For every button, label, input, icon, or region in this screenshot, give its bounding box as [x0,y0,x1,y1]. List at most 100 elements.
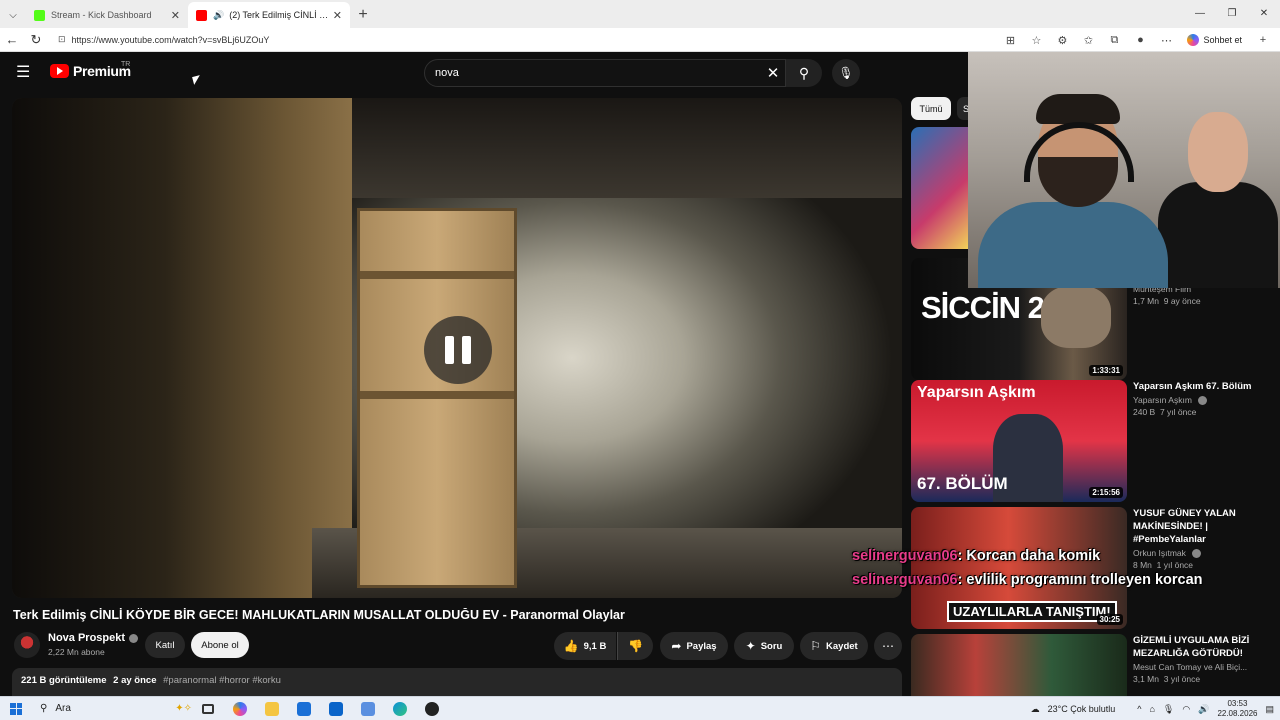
video-title[interactable]: Yaparsın Aşkım 67. Bölüm [1133,380,1263,393]
verified-icon [129,633,139,643]
search-input[interactable]: nova [435,67,761,79]
channel-name[interactable]: Nova Prospekt [48,632,125,644]
description-box[interactable]: 221 B görüntüleme 2 ay önce #paranormal … [12,668,902,696]
tab-title: (2) Terk Edilmiş CİNLİ KÖYDE BİR GECE! [229,10,329,20]
refresh-icon[interactable]: ↻ [24,28,48,52]
upload-age: 3 yıl önce [1163,674,1201,684]
weather-text[interactable]: 23°C Çok bulutlu [1048,704,1116,714]
youtube-favicon-icon [196,9,207,21]
youtube-premium-logo[interactable]: Premium TR [50,61,131,79]
app-available-icon[interactable]: ⊞ [999,30,1021,50]
upload-date: 2 ay önce [113,675,157,686]
more-menu-icon[interactable]: ⋯ [1155,30,1177,50]
notifications-icon[interactable]: ▤ [1265,704,1274,715]
volume-icon[interactable]: 🔊 [1198,704,1209,715]
start-button[interactable] [0,697,32,720]
pause-bar [445,336,454,364]
restore-icon[interactable]: ❐ [1216,0,1248,26]
clock[interactable]: 03:53 22.08.2026 [1217,699,1257,719]
channel-name-row[interactable]: Nova Prospekt [48,632,139,644]
search-button[interactable]: ⚲ [786,59,822,87]
profile-avatar-icon[interactable]: ● [1129,30,1151,50]
store-icon[interactable] [288,697,320,720]
voice-search-button[interactable]: 🎙 [832,59,860,87]
search-icon: ⚲ [40,703,48,714]
tab-youtube-video[interactable]: 🔊 (2) Terk Edilmiş CİNLİ KÖYDE BİR GECE!… [188,2,350,28]
pause-button[interactable] [424,316,492,384]
subscriber-count: 2,22 Mn abone [48,647,105,657]
minimize-icon[interactable]: — [1184,0,1216,26]
address-bar-row: ← ↻ ⊡ https://www.youtube.com/watch?v=sv… [0,28,1280,52]
edge-browser-icon[interactable] [384,697,416,720]
share-button[interactable]: ➦ Paylaş [660,632,728,660]
verified-icon [1198,396,1208,406]
channel-avatar[interactable] [14,632,40,658]
join-button[interactable]: Katıl [145,632,185,658]
video-player[interactable] [12,98,902,598]
copilot-button[interactable]: Sohbet et [1181,34,1248,46]
share-label: Paylaş [686,640,717,652]
rec-thumb-partial[interactable] [911,127,968,249]
taskbar-search[interactable]: ⚲ Ara ✦✧ [32,699,192,719]
clear-search-icon[interactable]: ✕ [761,64,785,82]
app-icon[interactable] [352,697,384,720]
subscribe-button[interactable]: Abone ol [191,632,249,658]
more-actions-button[interactable]: ⋯ [874,632,902,660]
microphone-icon[interactable]: 🎙 [1163,704,1174,715]
wifi-icon[interactable]: ◠ [1182,704,1190,715]
tab-kick-dashboard[interactable]: Stream - Kick Dashboard ✕ [26,2,188,28]
close-window-icon[interactable]: ✕ [1248,0,1280,26]
extensions-icon[interactable]: ⚙ [1051,30,1073,50]
obs-icon[interactable] [416,697,448,720]
menu-hamburger-icon[interactable]: ☰ [16,64,38,82]
channel-name[interactable]: Yaparsın Aşkım [1133,395,1263,406]
view-count: 240 B [1133,407,1156,418]
favorites-icon[interactable]: ✩ [1077,30,1099,50]
channel-name[interactable]: Mesut Can Tomay ve Ali Biçi... [1133,662,1263,672]
task-view-icon[interactable] [192,697,224,720]
thumbnail-text: SİCCİN 2 [921,290,1045,325]
weather-icon[interactable]: ☁ [1031,704,1040,715]
ask-button[interactable]: ✦ Soru [734,632,794,660]
collections-icon[interactable]: ⧉ [1103,30,1125,50]
close-tab-icon[interactable]: ✕ [171,9,180,22]
thumbs-up-icon: 👍 [563,639,579,653]
pause-bar [462,336,471,364]
url-field[interactable]: ⊡ https://www.youtube.com/watch?v=svBLj6… [52,29,1052,50]
hashtags[interactable]: #paranormal #horror #korku [163,675,281,686]
video-frame-wood-wall [12,98,352,598]
kick-favicon-icon [34,9,45,21]
video-thumbnail[interactable]: Yaparsın Aşkım 67. BÖLÜM 2:15:56 [911,380,1127,502]
speaker-icon[interactable]: 🔊 [213,10,224,21]
network-icon[interactable]: ⌂ [1149,704,1154,714]
channel-name-text: Yaparsın Aşkım [1133,395,1192,405]
search-field[interactable]: nova ✕ [424,59,786,87]
more-horizontal-icon: ⋯ [882,639,894,653]
sparkle-icon: ✦ [745,639,756,653]
back-arrow-icon[interactable]: ← [0,28,24,52]
chat-message: selinerguvan06: Korcan daha komik [852,548,1272,564]
file-explorer-icon[interactable] [256,697,288,720]
site-info-icon[interactable]: ⊡ [58,34,66,45]
view-age-row: 3,1 Mn 3 yıl önce [1133,674,1263,684]
upload-age: 9 ay önce [1163,296,1201,306]
video-title: Terk Edilmiş CİNLİ KÖYDE BİR GECE! MAHLU… [13,608,625,622]
thumbnail-text-episode: 67. BÖLÜM [917,474,1008,493]
tray-chevron-icon[interactable]: ^ [1137,704,1141,714]
chip-all[interactable]: Tümü [911,97,951,120]
copilot-taskbar-icon[interactable] [224,697,256,720]
video-title[interactable]: GİZEMLİ UYGULAMA BİZİ MEZARLIĞA GÖTÜRDÜ! [1133,634,1263,660]
new-tab-button[interactable]: + [350,2,376,28]
video-title[interactable]: YUSUF GÜNEY YALAN MAKİNESİNDE! | #PembeY… [1133,507,1263,546]
like-button[interactable]: 👍 9,1 B [554,632,616,660]
favorite-star-icon[interactable]: ☆ [1025,30,1047,50]
chat-username: selinerguvan06 [852,548,958,564]
close-tab-icon[interactable]: ✕ [333,9,342,22]
outlook-icon[interactable] [320,697,352,720]
sidebar-add-icon[interactable]: + [1252,30,1274,50]
video-duration: 1:33:31 [1089,365,1123,376]
tab-list-dropdown-icon[interactable]: ⌵ [0,2,26,28]
dislike-button[interactable]: 👎 [617,632,653,660]
video-thumbnail[interactable] [911,634,1127,696]
save-button[interactable]: ⚐ Kaydet [800,632,868,660]
